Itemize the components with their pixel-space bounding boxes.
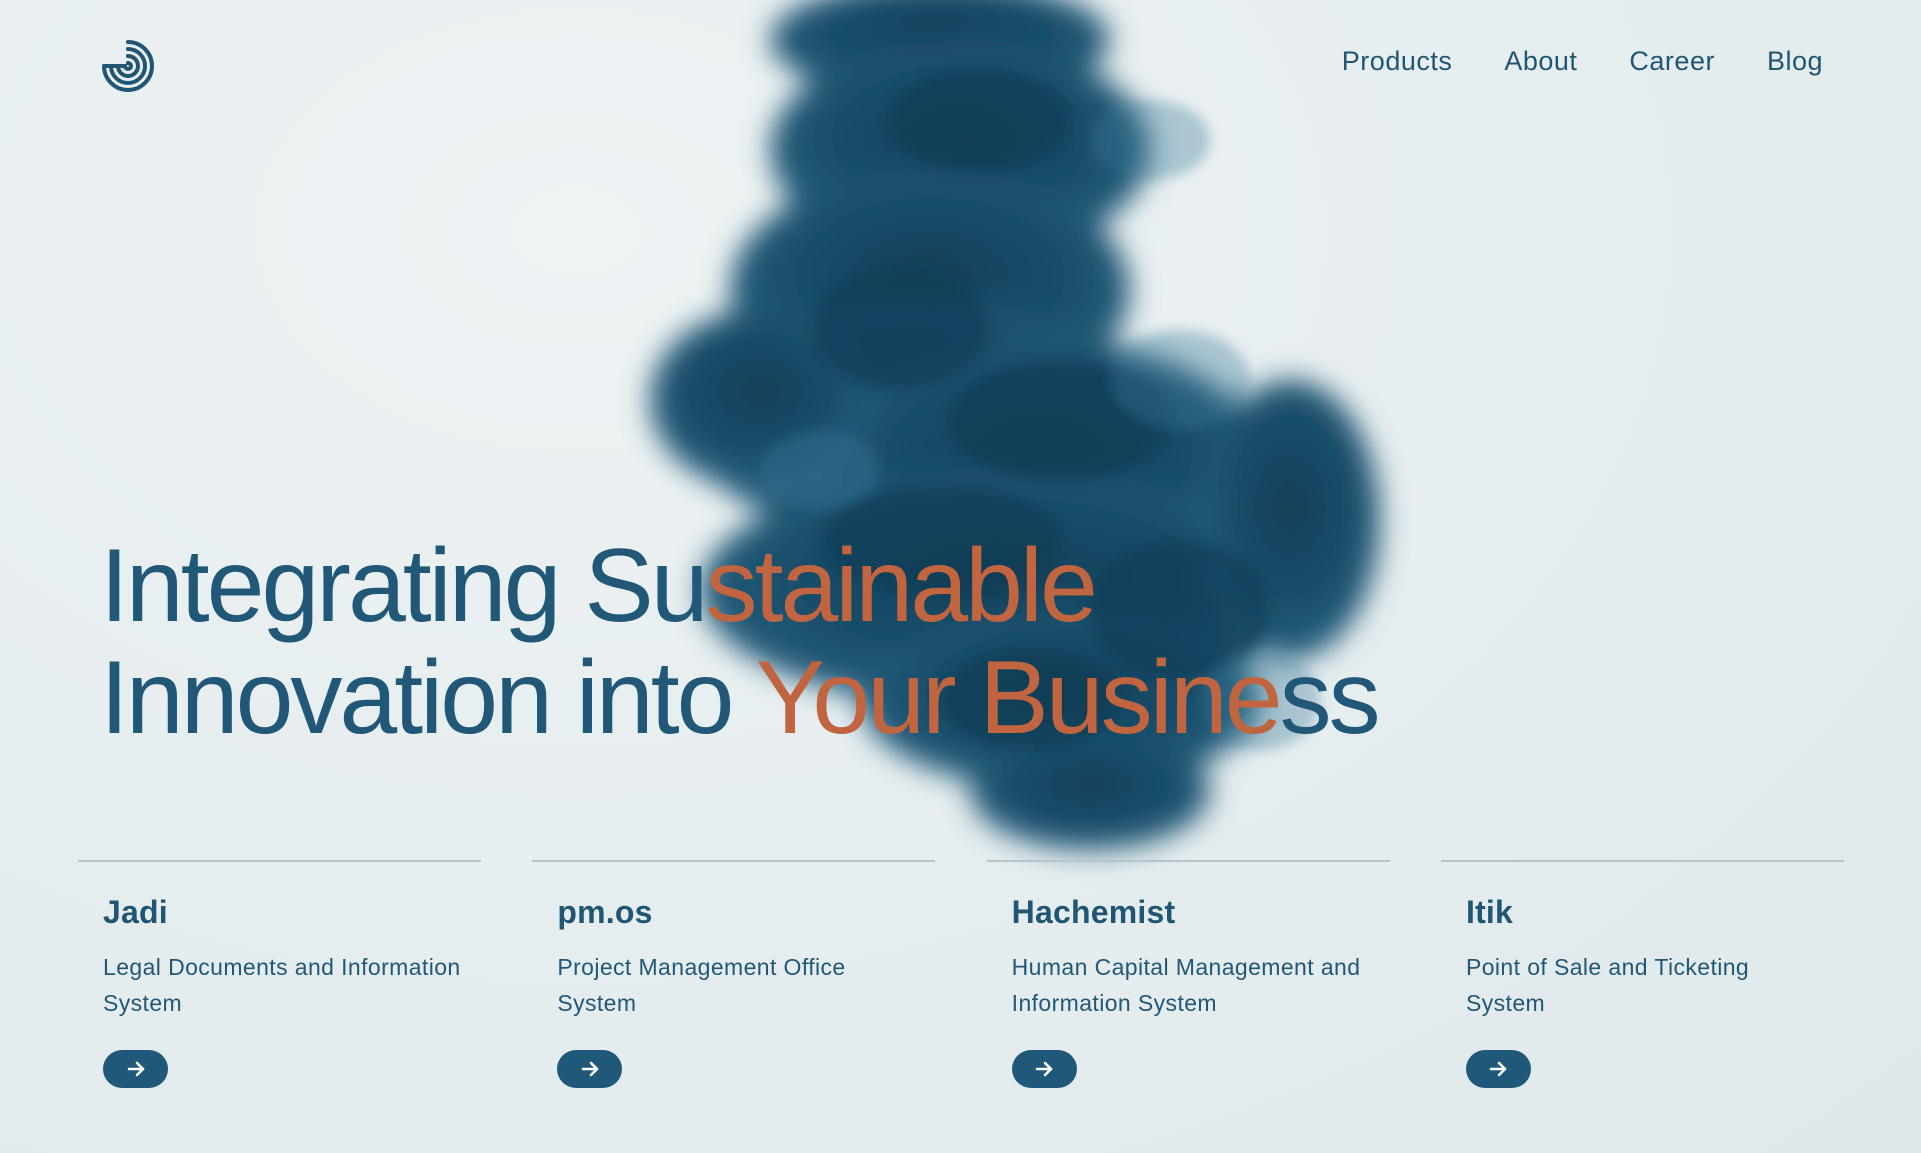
product-name: Itik	[1465, 894, 1514, 930]
product-name: pm.os	[557, 894, 653, 930]
hero-headline: Integrating Sustainable Innovation into …	[100, 530, 1381, 756]
main-nav: Products About Career Blog	[1342, 46, 1823, 77]
product-name: Jadi	[103, 894, 168, 930]
nav-career-link[interactable]: Career	[1629, 46, 1715, 77]
arrow-right-icon	[127, 1061, 144, 1077]
product-list: Jadi Legal Documents and Information Sys…	[78, 860, 1844, 1088]
product-card-pmos: pm.os Project Management Office System	[532, 860, 936, 1088]
hero-headline-highlight: stainable	[705, 528, 1098, 644]
hero-headline-text: Innovation into	[100, 640, 756, 756]
product-name: Hachemist	[1011, 894, 1176, 930]
product-card-jadi: Jadi Legal Documents and Information Sys…	[78, 860, 481, 1088]
product-description: Legal Documents and Information System	[103, 954, 461, 1016]
arrow-right-icon	[581, 1061, 599, 1077]
nav-about-link[interactable]: About	[1504, 46, 1577, 77]
hero-headline-line-1: Integrating Sustainable	[100, 530, 1378, 642]
hero-headline-line-2: Innovation into Your Business	[100, 640, 1381, 756]
product-description: Point of Sale and Ticketing System	[1465, 954, 1750, 1016]
hero-headline-text: ss	[1279, 640, 1381, 756]
open-product-jadi-button[interactable]	[103, 1050, 168, 1088]
open-product-itik-button[interactable]	[1465, 1050, 1531, 1088]
open-product-hachemist-button[interactable]	[1011, 1050, 1077, 1088]
nav-blog-link[interactable]: Blog	[1767, 46, 1823, 77]
product-card-hachemist: Hachemist Human Capital Management and I…	[986, 860, 1390, 1088]
concentric-swirl-logo-icon	[102, 40, 154, 92]
product-card-itik: Itik Point of Sale and Ticketing System	[1440, 860, 1844, 1088]
arrow-right-icon	[1490, 1061, 1507, 1077]
brand-logo[interactable]	[100, 38, 156, 94]
product-description: Human Capital Management and Information…	[1011, 954, 1361, 1016]
hero-headline-highlight: Your Busine	[755, 640, 1283, 756]
hero-headline-text: Integrating Su	[100, 528, 709, 644]
arrow-right-icon	[1035, 1061, 1053, 1077]
landing-page: Products About Career Blog Integrating S…	[0, 0, 1921, 1153]
product-description: Project Management Office System	[557, 954, 846, 1016]
open-product-pmos-button[interactable]	[557, 1050, 623, 1088]
nav-products-link[interactable]: Products	[1342, 46, 1453, 77]
